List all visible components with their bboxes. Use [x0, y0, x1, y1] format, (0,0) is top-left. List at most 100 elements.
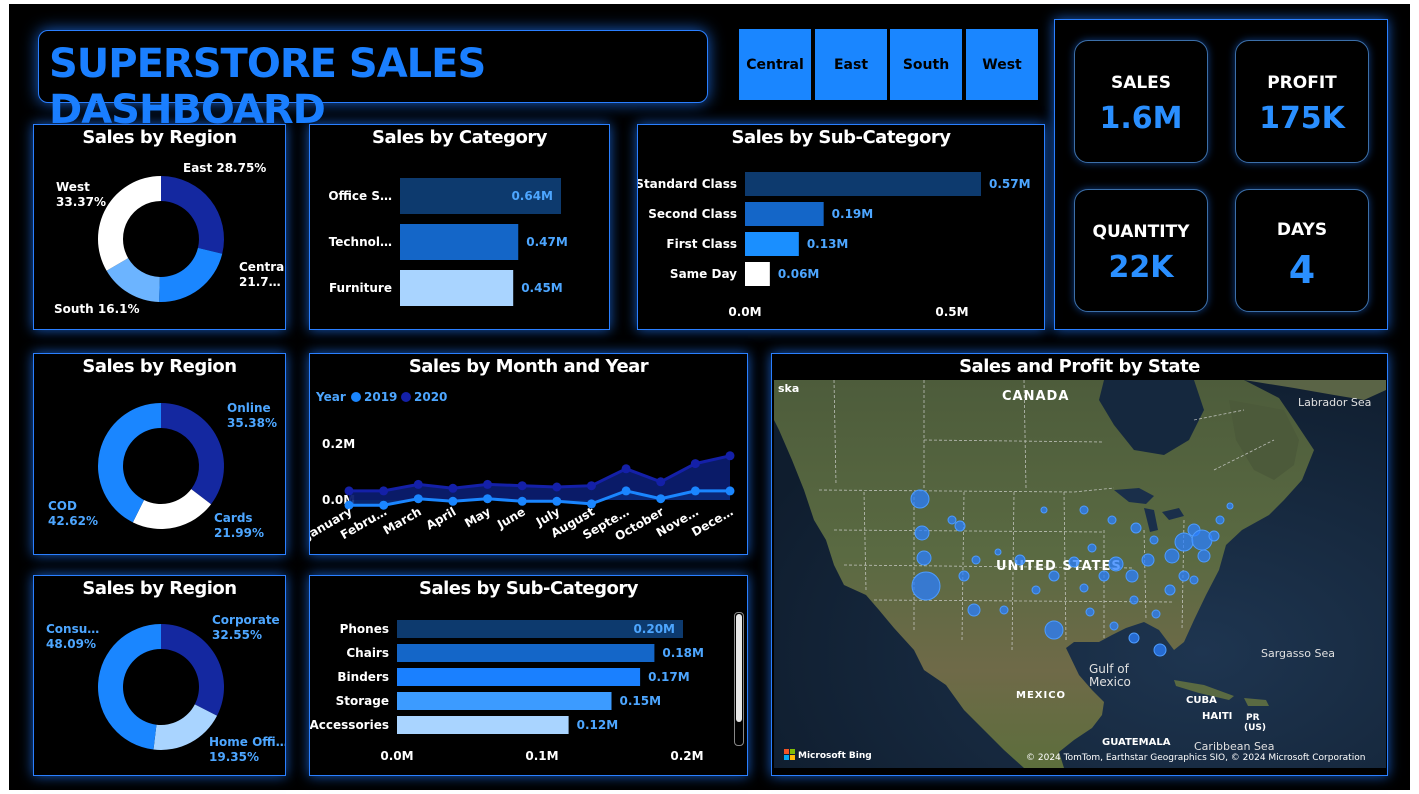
state-bubble-15[interactable] [1098, 570, 1110, 582]
state-bubble-35[interactable] [1087, 543, 1097, 553]
map-label-pr-us: (US) [1244, 723, 1266, 733]
shipmode-bar-value-0: 0.57M [989, 177, 1031, 191]
subcat-bar-bar-3[interactable] [397, 692, 612, 710]
dashboard-canvas: SUPERSTORE SALES DASHBOARD Central East … [9, 4, 1410, 790]
state-bubble-29[interactable] [1151, 609, 1161, 619]
state-bubble-40[interactable] [1215, 515, 1225, 525]
state-bubble-32[interactable] [1109, 621, 1119, 631]
state-bubble-5[interactable] [967, 603, 981, 617]
month-area-point-2019-11[interactable] [725, 486, 735, 496]
state-bubble-3[interactable] [911, 571, 941, 601]
state-bubble-1[interactable] [914, 525, 930, 541]
segment-donut-slice-consumer[interactable] [97, 624, 161, 750]
state-bubble-11[interactable] [1031, 585, 1041, 595]
state-bubble-37[interactable] [1079, 505, 1089, 515]
region-button-east[interactable]: East [815, 29, 887, 100]
month-area-point-2019-9[interactable] [656, 494, 666, 504]
map-copyright: © 2024 TomTom, Earthstar Geographics SIO… [1026, 753, 1365, 763]
map-label-gulf-mexico: Mexico [1089, 675, 1131, 689]
state-bubble-13[interactable] [1068, 556, 1080, 568]
region-button-central[interactable]: Central [739, 29, 811, 100]
state-bubble-9[interactable] [1044, 620, 1064, 640]
state-bubble-25[interactable] [1208, 530, 1220, 542]
state-bubble-8[interactable] [947, 515, 957, 525]
month-area-point-2020-8[interactable] [621, 464, 631, 474]
subcat-bar-category-4: Accessories [310, 718, 389, 732]
state-bubble-39[interactable] [1189, 575, 1199, 585]
category-bar-bar-1[interactable] [400, 224, 519, 260]
state-bubble-22[interactable] [1174, 532, 1194, 552]
state-bubble-20[interactable] [1149, 535, 1159, 545]
state-bubble-28[interactable] [1164, 584, 1176, 596]
month-area-point-2020-9[interactable] [656, 477, 666, 487]
month-area-point-2020-10[interactable] [690, 459, 700, 469]
state-bubble-19[interactable] [1130, 522, 1142, 534]
month-area-point-2019-10[interactable] [690, 486, 700, 496]
state-bubble-6[interactable] [971, 555, 981, 565]
kpi-sales-card: SALES 1.6M [1074, 40, 1208, 163]
bing-logo-square-red [784, 749, 789, 754]
month-area-point-2020-7[interactable] [586, 481, 596, 491]
state-bubble-30[interactable] [1153, 643, 1167, 657]
state-bubble-2[interactable] [916, 550, 932, 566]
bing-logo: Microsoft Bing [784, 749, 872, 761]
state-bubble-18[interactable] [1141, 553, 1155, 567]
month-area-point-2019-8[interactable] [621, 486, 631, 496]
state-bubble-34[interactable] [1129, 595, 1139, 605]
category-bar-value-1: 0.47M [526, 235, 568, 249]
state-bubble-31[interactable] [1128, 632, 1140, 644]
month-area-point-2020-3[interactable] [448, 483, 458, 493]
state-bubble-17[interactable] [1125, 569, 1139, 583]
state-bubble-10[interactable] [1014, 554, 1026, 566]
state-bubble-33[interactable] [1085, 607, 1095, 617]
segment-donut-slice-home-office[interactable] [153, 704, 218, 750]
shipmode-bar-bar-2[interactable] [745, 232, 799, 256]
state-bubble-4[interactable] [958, 570, 970, 582]
state-bubble-27[interactable] [1178, 570, 1190, 582]
month-area-fill-2020 [349, 455, 730, 500]
shipmode-bar-bar-3[interactable] [745, 262, 770, 286]
region-donut-slice-west[interactable] [98, 176, 161, 271]
month-area-point-2020-11[interactable] [725, 451, 735, 461]
bing-logo-square-blue [784, 755, 789, 760]
state-bubble-26[interactable] [1197, 549, 1211, 563]
shipmode-bar-bar-0[interactable] [745, 172, 981, 196]
subcat-bar-bar-4[interactable] [397, 716, 569, 734]
kpi-profit-value: 175K [1259, 101, 1345, 136]
state-bubble-7[interactable] [954, 520, 966, 532]
satellite-map[interactable]: ska CANADA Labrador Sea UNITED STATES Sa… [774, 380, 1386, 768]
state-bubble-24[interactable] [1191, 529, 1213, 551]
region-button-south[interactable]: South [890, 29, 962, 100]
month-area-point-2019-2[interactable] [413, 494, 423, 504]
subcat-bar-bar-1[interactable] [397, 644, 655, 662]
month-area-point-2020-6[interactable] [552, 482, 562, 492]
category-bar-bar-2[interactable] [400, 270, 514, 306]
month-area-point-2020-5[interactable] [517, 481, 527, 491]
state-bubble-41[interactable] [1226, 502, 1234, 510]
state-bubble-42[interactable] [999, 605, 1009, 615]
state-bubble-36[interactable] [1040, 506, 1048, 514]
month-area-point-2020-2[interactable] [413, 479, 423, 489]
subcat-bar-bar-2[interactable] [397, 668, 641, 686]
state-bubble-38[interactable] [1107, 515, 1117, 525]
state-bubble-16[interactable] [1108, 556, 1124, 572]
state-bubble-21[interactable] [1164, 548, 1180, 564]
state-bubble-0[interactable] [910, 489, 930, 509]
month-area-point-2020-0[interactable] [344, 486, 354, 496]
region-button-west[interactable]: West [966, 29, 1038, 100]
state-bubble-43[interactable] [994, 548, 1002, 556]
month-area-point-2019-4[interactable] [483, 494, 493, 504]
region-donut-slice-central[interactable] [159, 247, 223, 302]
map-label-sargasso: Sargasso Sea [1261, 647, 1335, 660]
state-bubble-14[interactable] [1079, 583, 1089, 593]
payment-donut-slice-online[interactable] [161, 403, 225, 505]
scrollbar-thumb[interactable] [736, 614, 742, 722]
month-area-point-2020-4[interactable] [483, 479, 493, 489]
region-donut-slice-east[interactable] [161, 176, 225, 254]
map-label-labrador: Labrador Sea [1298, 396, 1371, 409]
state-bubble-12[interactable] [1048, 570, 1060, 582]
kpi-days-card: DAYS 4 [1235, 189, 1369, 312]
shipmode-bar-bar-1[interactable] [745, 202, 824, 226]
month-area-legend-dot-2019 [351, 392, 361, 402]
month-area-point-2020-1[interactable] [379, 486, 389, 496]
